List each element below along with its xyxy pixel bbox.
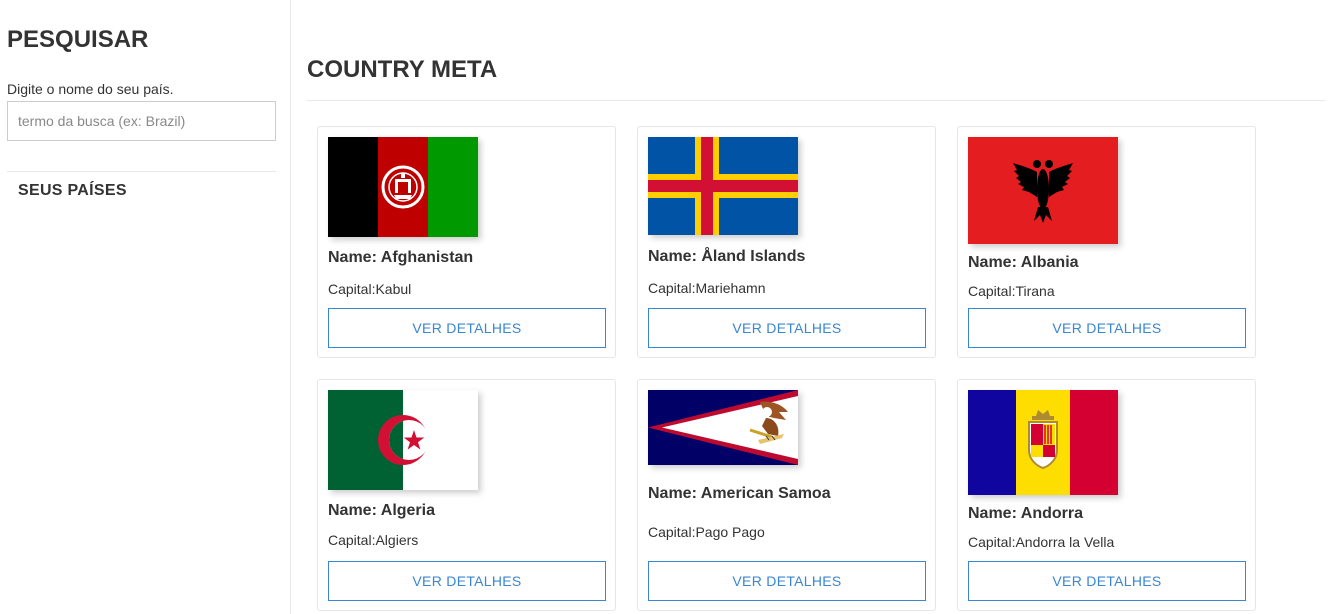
flag-image-albania [968, 137, 1118, 244]
flag-image-andorra [968, 390, 1118, 495]
search-hint: Digite o nome do seu país. [7, 81, 174, 97]
sidebar: PESQUISAR Digite o nome do seu país. SEU… [0, 0, 291, 614]
country-capital: Capital:Tirana [968, 283, 1055, 299]
search-heading: PESQUISAR [7, 26, 149, 53]
country-name: Name: American Samoa [648, 485, 831, 502]
search-input[interactable] [7, 101, 276, 141]
flag-image-afghanistan [328, 137, 478, 237]
sidebar-divider [7, 171, 276, 172]
title-divider [307, 100, 1325, 101]
country-capital: Capital:Mariehamn [648, 280, 766, 296]
flag-image-aland-islands [648, 137, 798, 235]
country-name: Name: Albania [968, 254, 1079, 271]
country-card-albania: Name: Albania Capital:Tirana VER DETALHE… [957, 126, 1256, 358]
view-details-button[interactable]: VER DETALHES [328, 308, 606, 348]
your-countries-heading: SEUS PAÍSES [18, 182, 127, 199]
country-capital: Capital:Algiers [328, 532, 419, 548]
country-capital: Capital:Pago Pago [648, 524, 765, 540]
country-card-aland-islands: Name: Åland Islands Capital:Mariehamn VE… [637, 126, 936, 358]
flag-image-algeria [328, 390, 478, 490]
country-capital: Capital:Andorra la Vella [968, 534, 1115, 550]
view-details-button[interactable]: VER DETALHES [968, 308, 1246, 348]
country-card-american-samoa: Name: American Samoa Capital:Pago Pago V… [637, 379, 936, 611]
view-details-button[interactable]: VER DETALHES [968, 561, 1246, 601]
country-card-afghanistan: Name: Afghanistan Capital:Kabul VER DETA… [317, 126, 616, 358]
country-name: Name: Andorra [968, 505, 1083, 522]
view-details-button[interactable]: VER DETALHES [648, 561, 926, 601]
country-card-algeria: Name: Algeria Capital:Algiers VER DETALH… [317, 379, 616, 611]
country-name: Name: Afghanistan [328, 249, 474, 266]
flag-image-american-samoa [648, 390, 798, 465]
page-title: COUNTRY META [307, 56, 498, 83]
view-details-button[interactable]: VER DETALHES [328, 561, 606, 601]
view-details-button[interactable]: VER DETALHES [648, 308, 926, 348]
country-capital: Capital:Kabul [328, 281, 412, 297]
country-name: Name: Åland Islands [648, 248, 806, 265]
country-name: Name: Algeria [328, 502, 435, 519]
country-card-andorra: Name: Andorra Capital:Andorra la Vella V… [957, 379, 1256, 611]
